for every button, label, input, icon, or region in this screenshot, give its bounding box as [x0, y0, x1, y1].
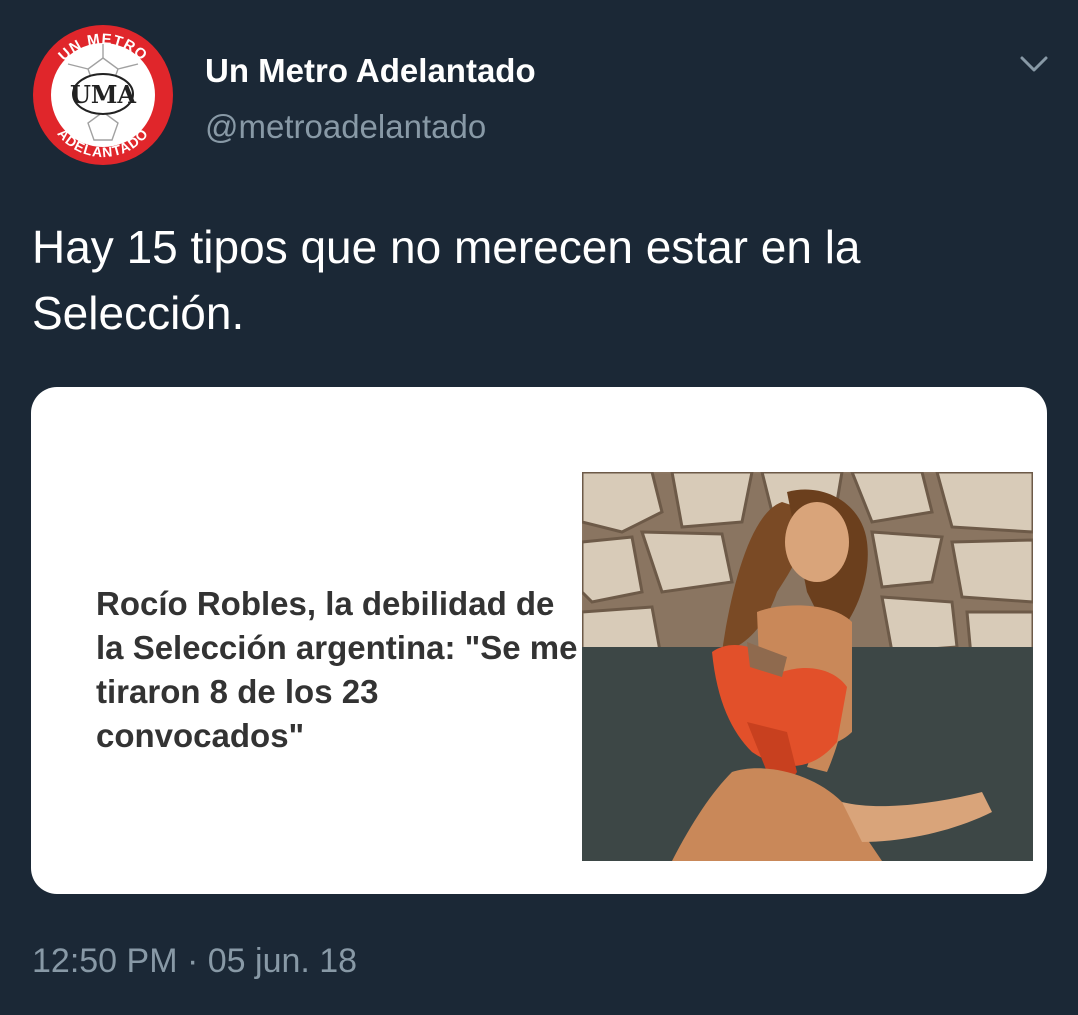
display-name[interactable]: Un Metro Adelantado — [205, 52, 536, 90]
chevron-down-icon[interactable] — [1016, 50, 1052, 78]
link-card[interactable]: Rocío Robles, la debilidad de la Selecci… — [31, 387, 1047, 894]
avatar[interactable]: UMA UN METRO ADELANTADO — [32, 24, 174, 166]
uma-logo: UMA UN METRO ADELANTADO — [33, 25, 173, 165]
card-headline: Rocío Robles, la debilidad de la Selecci… — [96, 585, 578, 754]
tweet-text: Hay 15 tipos que no merecen estar en la … — [32, 221, 861, 339]
card-thumbnail — [582, 472, 1033, 861]
logo-center-text: UMA — [70, 80, 136, 109]
tweet-timestamp[interactable]: 12:50 PM · 05 jun. 18 — [32, 942, 357, 981]
account-handle[interactable]: @metroadelantado — [205, 108, 486, 146]
